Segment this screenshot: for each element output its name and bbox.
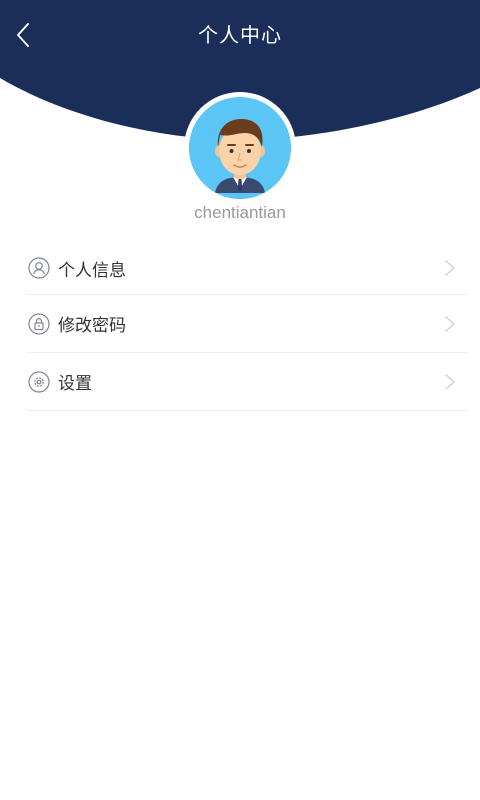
menu-item-personal-info[interactable]: 个人信息 xyxy=(27,242,468,295)
menu-item-change-password[interactable]: 修改密码 xyxy=(27,295,468,353)
user-avatar-icon xyxy=(189,97,291,199)
chevron-right-icon xyxy=(445,315,455,332)
menu-list: 个人信息 修改密码 设置 xyxy=(27,242,468,411)
page-title: 个人中心 xyxy=(198,23,282,47)
username: chentiantian xyxy=(194,203,286,222)
avatar[interactable] xyxy=(189,97,291,199)
lock-icon xyxy=(28,312,50,335)
menu-item-settings[interactable]: 设置 xyxy=(27,353,468,411)
avatar-ring xyxy=(184,92,296,204)
profile-screen: 个人中心 chentiantian 个人信息 修改密码 设置 xyxy=(0,0,480,800)
menu-item-label: 个人信息 xyxy=(58,260,126,281)
menu-item-label: 修改密码 xyxy=(58,316,126,336)
menu-item-label: 设置 xyxy=(58,374,92,394)
gear-icon xyxy=(28,370,50,393)
chevron-right-icon xyxy=(445,373,455,390)
user-icon xyxy=(28,257,50,279)
chevron-right-icon xyxy=(445,260,455,276)
